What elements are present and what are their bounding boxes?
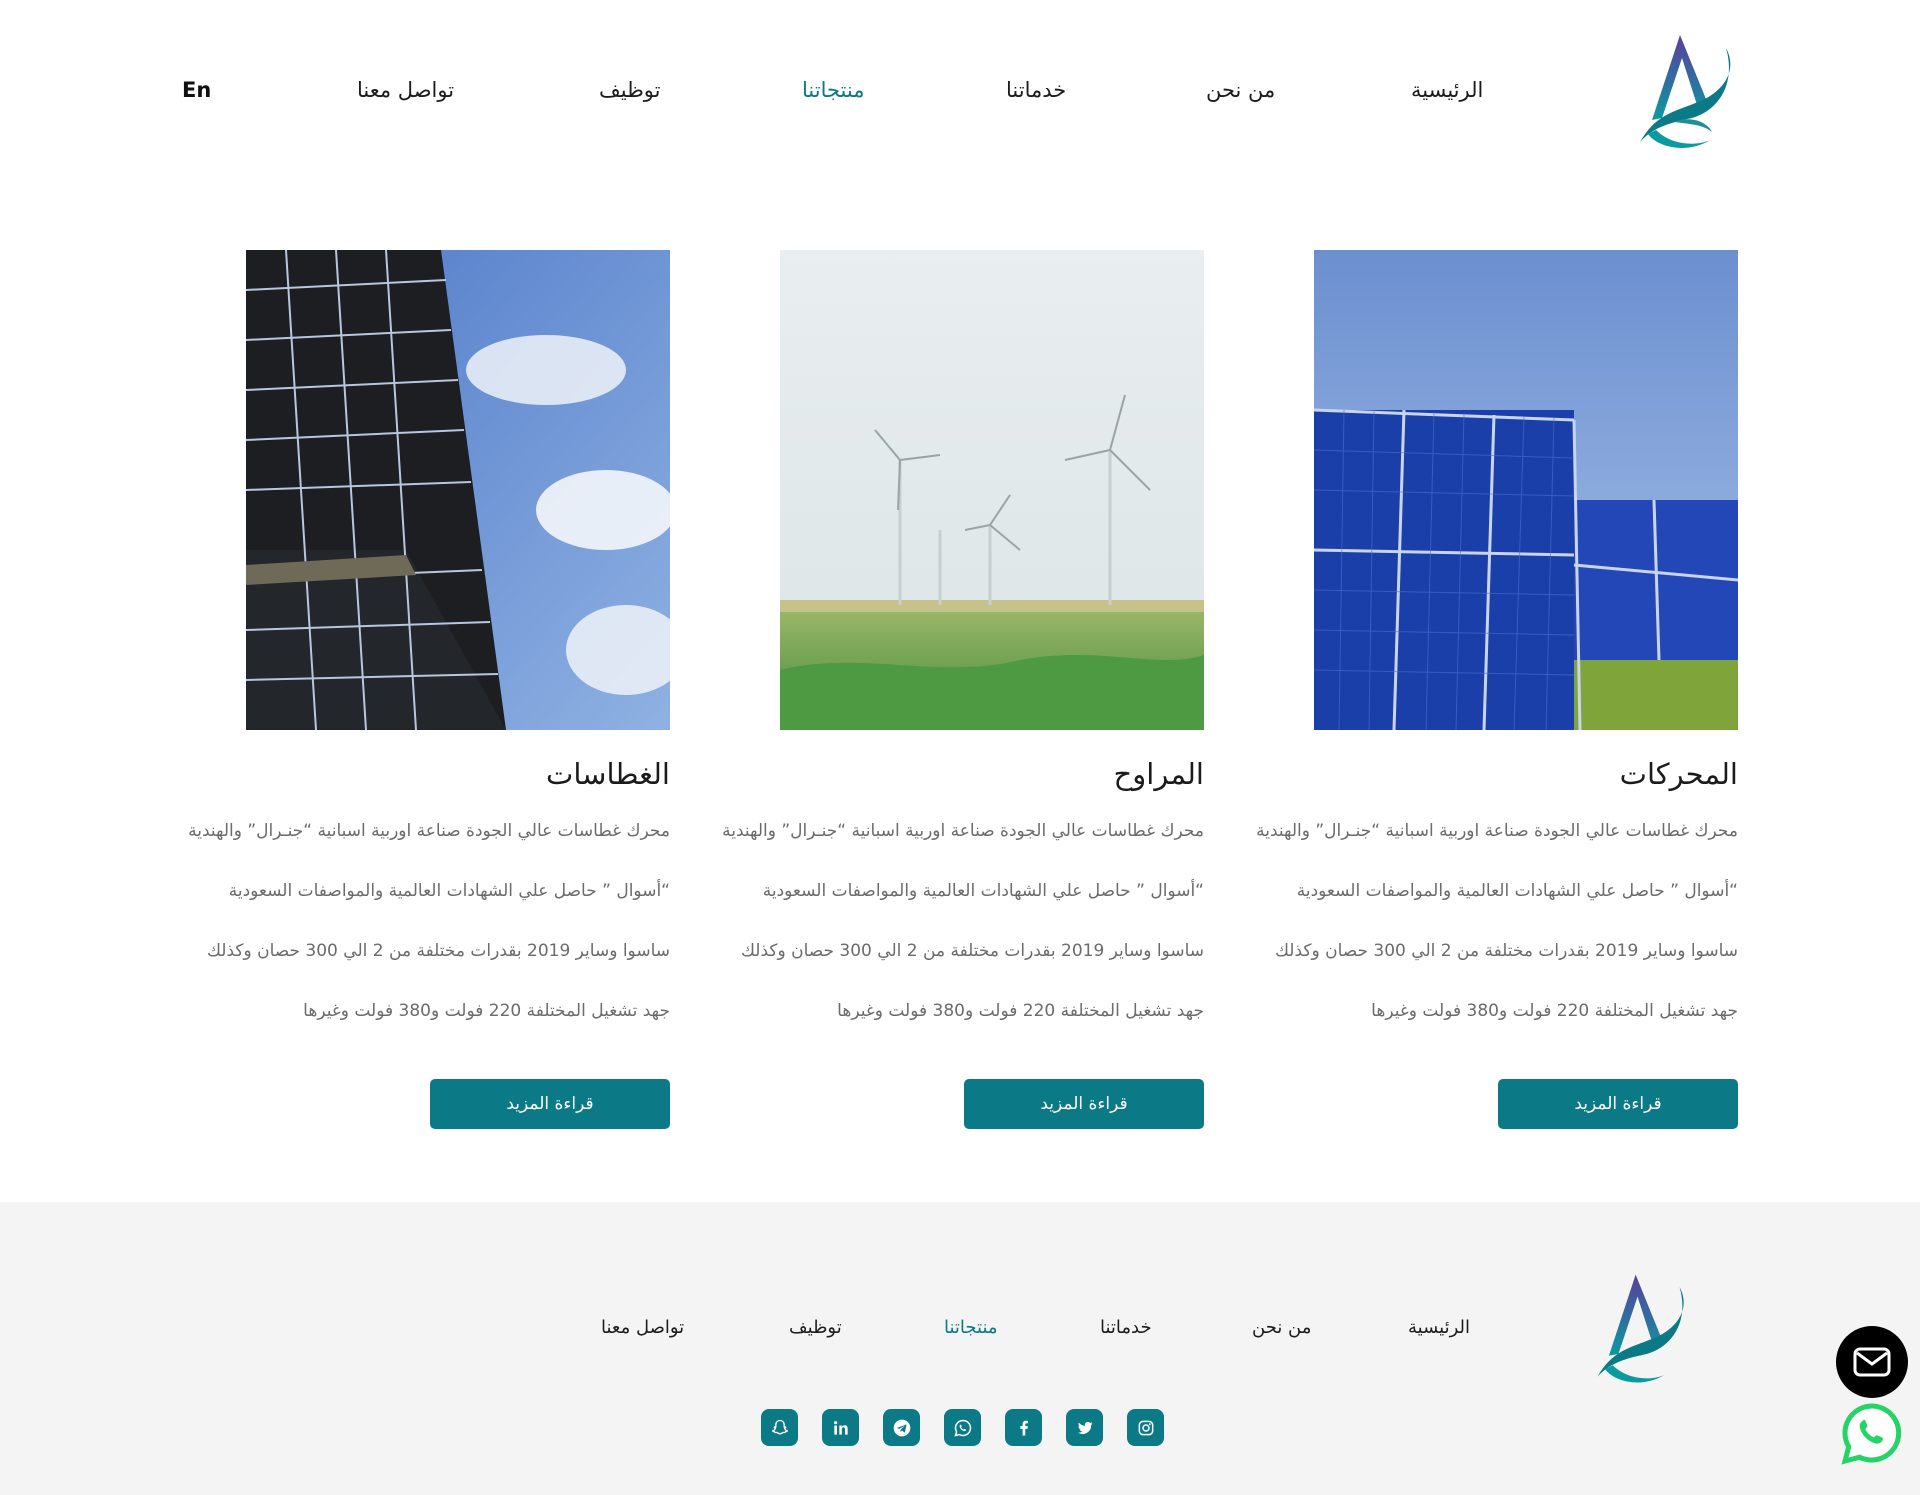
brand-logo[interactable] [1628,30,1738,155]
footer-nav-services[interactable]: خدماتنا [1100,1317,1152,1338]
description-line: جهد تشغيل المختلفة 220 فولت و380 فولت وغ… [303,1001,670,1021]
footer-nav-careers[interactable]: توظيف [789,1317,842,1338]
product-description: محرك غطاسات عالي الجودة صناعة اوربية اسب… [1198,816,1738,1056]
site-footer: الرئيسية من نحن خدماتنا منتجاتنا توظيف ت… [0,1202,1920,1495]
description-line: محرك غطاسات عالي الجودة صناعة اوربية اسب… [188,821,670,841]
description-line: ساسوا وساير 2019 بقدرات مختلفة من 2 الي … [740,941,1204,961]
envelope-icon[interactable] [1836,1326,1908,1398]
description-line: جهد تشغيل المختلفة 220 فولت و380 فولت وغ… [837,1001,1204,1021]
linkedin-icon[interactable] [822,1409,859,1446]
facebook-icon[interactable] [1005,1409,1042,1446]
description-line: ساسوا وساير 2019 بقدرات مختلفة من 2 الي … [1274,941,1738,961]
nav-products[interactable]: منتجاتنا [802,78,864,102]
product-title: الغطاسات [546,757,670,791]
product-title: المحركات [1619,757,1738,791]
footer-nav-about[interactable]: من نحن [1252,1317,1311,1338]
product-title: المراوح [1113,757,1204,791]
description-line: محرك غطاسات عالي الجودة صناعة اوربية اسب… [1256,821,1738,841]
product-description: محرك غطاسات عالي الجودة صناعة اوربية اسب… [664,816,1204,1056]
nav-home[interactable]: الرئيسية [1411,78,1483,102]
product-image-solar-sky [246,250,670,730]
whatsapp-icon[interactable] [1838,1400,1906,1468]
site-header: الرئيسية من نحن خدماتنا منتجاتنا توظيف ت… [0,0,1920,190]
read-more-button[interactable]: قراءة المزيد [430,1079,670,1129]
footer-nav-contact[interactable]: تواصل معنا [601,1317,684,1338]
product-image-wind-turbines [780,250,1204,730]
telegram-icon[interactable] [883,1409,920,1446]
read-more-button[interactable]: قراءة المزيد [1498,1079,1738,1129]
nav-contact[interactable]: تواصل معنا [357,78,454,102]
read-more-button[interactable]: قراءة المزيد [964,1079,1204,1129]
snapchat-icon[interactable] [761,1409,798,1446]
description-line: “أسوال ” حاصل علي الشهادات العالمية والم… [228,881,670,901]
product-image-solar-field [1314,250,1738,730]
nav-services[interactable]: خدماتنا [1006,78,1066,102]
nav-careers[interactable]: توظيف [599,78,660,102]
description-line: ساسوا وساير 2019 بقدرات مختلفة من 2 الي … [206,941,670,961]
whatsapp-icon[interactable] [944,1409,981,1446]
description-line: محرك غطاسات عالي الجودة صناعة اوربية اسب… [722,821,1204,841]
description-line: “أسوال ” حاصل علي الشهادات العالمية والم… [762,881,1204,901]
social-links [761,1409,1164,1446]
language-switch[interactable]: En [182,78,211,102]
description-line: جهد تشغيل المختلفة 220 فولت و380 فولت وغ… [1371,1001,1738,1021]
footer-nav-products[interactable]: منتجاتنا [944,1317,998,1338]
footer-logo[interactable] [1586,1262,1691,1397]
footer-nav-home[interactable]: الرئيسية [1408,1317,1470,1338]
description-line: “أسوال ” حاصل علي الشهادات العالمية والم… [1296,881,1738,901]
twitter-icon[interactable] [1066,1409,1103,1446]
instagram-icon[interactable] [1127,1409,1164,1446]
nav-about[interactable]: من نحن [1206,78,1275,102]
product-description: محرك غطاسات عالي الجودة صناعة اوربية اسب… [130,816,670,1056]
